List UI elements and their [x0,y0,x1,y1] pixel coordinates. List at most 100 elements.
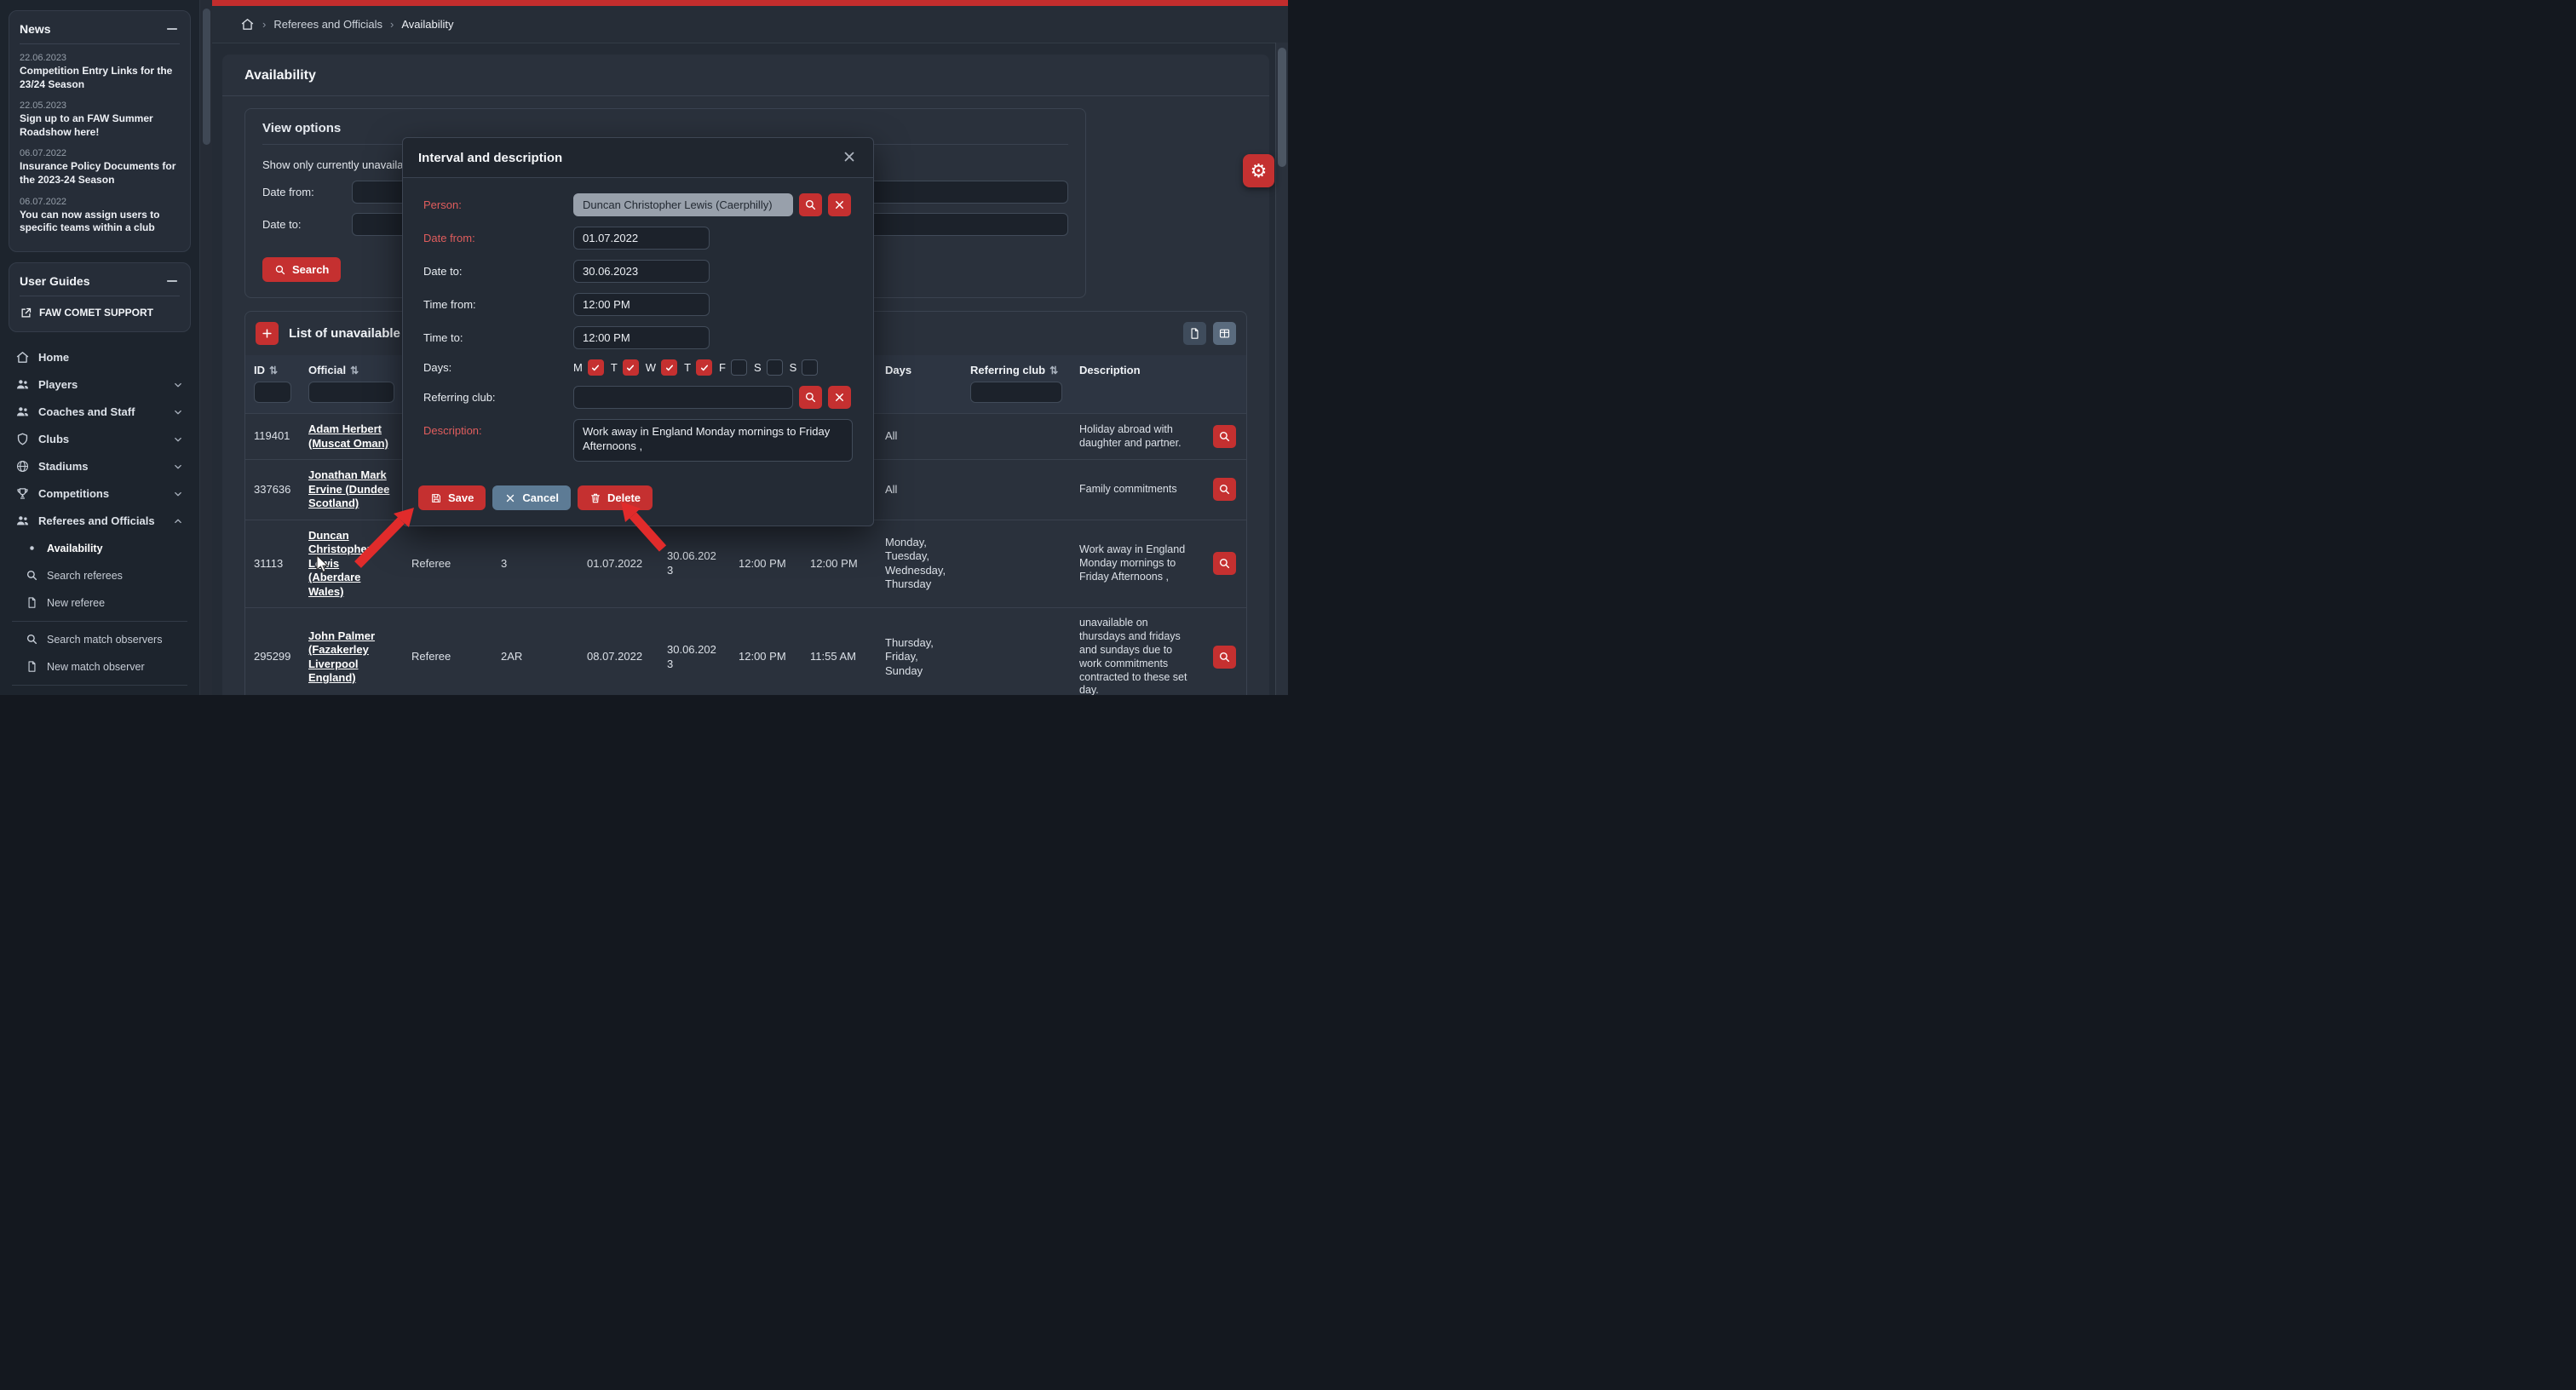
filter-official-input[interactable] [308,382,394,403]
sidebar-item-new-referee[interactable]: New referee [9,589,191,617]
person-search-button[interactable] [799,193,822,216]
user-guides-collapse-button[interactable] [164,273,180,289]
cell-role: Referee [403,608,492,696]
filter-referring-club-input[interactable] [970,382,1062,403]
modal-date-from-input[interactable] [573,227,710,250]
check-icon [664,363,675,373]
sidebar-item-home[interactable]: Home [9,344,191,371]
sort-icon[interactable]: ⇅ [269,365,278,376]
row-view-button[interactable] [1213,552,1236,575]
sidebar-scrollbar[interactable] [199,0,213,695]
official-link[interactable]: Adam Herbert (Muscat Oman) [308,422,388,450]
home-icon[interactable] [240,17,255,32]
day-checkbox[interactable] [696,359,712,376]
sidebar-item-referees-and-officials[interactable]: Referees and Officials [9,508,191,535]
search-button[interactable]: Search [262,257,341,282]
news-collapse-button[interactable] [164,21,180,37]
save-button[interactable]: Save [418,485,486,510]
export-button[interactable] [1183,322,1206,345]
sidebar-item-competitions[interactable]: Competitions [9,480,191,508]
modal-date-to-label: Date to: [423,265,573,278]
sidebar-scrollbar-thumb[interactable] [203,9,210,145]
news-item[interactable]: 22.05.2023 Sign up to an FAW Summer Road… [20,101,180,139]
page-scrollbar-thumb[interactable] [1278,48,1286,167]
official-link[interactable]: Duncan Christopher Lewis (Aberdare Wales… [308,529,371,598]
day-checkbox[interactable] [731,359,747,376]
chevron-down-icon [172,406,184,418]
day-option: T [684,359,712,376]
sidebar-item-players[interactable]: Players [9,371,191,399]
referring-club-clear-button[interactable] [828,386,851,409]
news-item-date: 22.06.2023 [20,53,180,63]
columns-settings-button[interactable] [1213,322,1236,345]
modal-date-to-input[interactable] [573,260,710,283]
day-checkbox[interactable] [623,359,639,376]
page-scrollbar[interactable] [1275,43,1288,695]
delete-button-label: Delete [607,491,641,504]
days-label: Days: [423,361,573,374]
delete-button[interactable]: Delete [578,485,653,510]
sort-icon[interactable]: ⇅ [350,365,359,376]
cell-date-from: 08.07.2022 [578,608,658,696]
referring-club-search-button[interactable] [799,386,822,409]
day-checkbox[interactable] [661,359,677,376]
day-checkbox[interactable] [802,359,818,376]
modal-time-from-input[interactable] [573,293,710,316]
news-item-title: Insurance Policy Documents for the 2023-… [20,160,180,187]
column-header-description: Description [1071,355,1202,378]
day-checkbox[interactable] [767,359,783,376]
news-item[interactable]: 22.06.2023 Competition Entry Links for t… [20,53,180,91]
breadcrumb: › Referees and Officials › Availability [212,6,1288,43]
cell-days: All [877,414,962,460]
chevron-down-icon [172,488,184,500]
date-from-label: Date from: [262,186,352,198]
filter-id-input[interactable] [254,382,291,403]
sidebar-item-coaches-and-staff[interactable]: Coaches and Staff [9,399,191,426]
chevron-down-icon [172,434,184,445]
save-button-label: Save [448,491,474,504]
settings-button[interactable]: ⚙ [1243,154,1274,187]
faw-comet-support-link[interactable]: FAW COMET SUPPORT [20,305,180,325]
breadcrumb-item-availability[interactable]: Availability [401,18,453,31]
sidebar: News 22.06.2023 Competition Entry Links … [0,0,199,695]
row-view-button[interactable] [1213,478,1236,501]
cell-date-to: 30.06.2023 [658,608,730,696]
sort-icon[interactable]: ⇅ [1049,365,1058,376]
modal-close-button[interactable] [841,149,858,166]
file-icon [1188,327,1201,340]
sidebar-item-search-referee-observers[interactable]: Search referee observers [9,690,191,695]
check-icon [625,363,635,373]
breadcrumb-item-referees-and-officials[interactable]: Referees and Officials [273,18,382,31]
plus-icon [261,327,273,340]
sidebar-item-label: Players [38,378,164,391]
news-item-title: Sign up to an FAW Summer Roadshow here! [20,112,180,139]
sidebar-item-stadiums[interactable]: Stadiums [9,453,191,480]
shield-icon [15,432,30,446]
description-textarea[interactable]: Work away in England Monday mornings to … [573,419,853,462]
news-item[interactable]: 06.07.2022 Insurance Policy Documents fo… [20,148,180,187]
day-checkbox[interactable] [588,359,604,376]
add-interval-button[interactable] [256,322,279,345]
referring-club-input[interactable] [573,386,793,409]
modal-time-from-label: Time from: [423,298,573,311]
day-option: F [719,359,747,376]
person-clear-button[interactable] [828,193,851,216]
sidebar-item-availability[interactable]: Availability [9,535,191,562]
row-view-button[interactable] [1213,425,1236,448]
news-list: 22.06.2023 Competition Entry Links for t… [20,53,180,235]
cell-official: John Palmer (Fazakerley Liverpool Englan… [300,608,403,696]
sidebar-item-clubs[interactable]: Clubs [9,426,191,453]
official-link[interactable]: Jonathan Mark Ervine (Dundee Scotland) [308,468,389,509]
cancel-button[interactable]: Cancel [492,485,571,510]
column-label: Description [1079,364,1141,376]
sidebar-item-label: Coaches and Staff [38,405,164,418]
row-view-button[interactable] [1213,646,1236,669]
news-item[interactable]: 06.07.2022 You can now assign users to s… [20,197,180,235]
person-input[interactable] [573,193,793,216]
sidebar-item-new-match-observer[interactable]: New match observer [9,653,191,681]
modal-time-to-input[interactable] [573,326,710,349]
users-icon [15,514,30,528]
sidebar-item-search-referees[interactable]: Search referees [9,562,191,589]
sidebar-item-search-match-observers[interactable]: Search match observers [9,626,191,653]
official-link[interactable]: John Palmer (Fazakerley Liverpool Englan… [308,629,375,685]
